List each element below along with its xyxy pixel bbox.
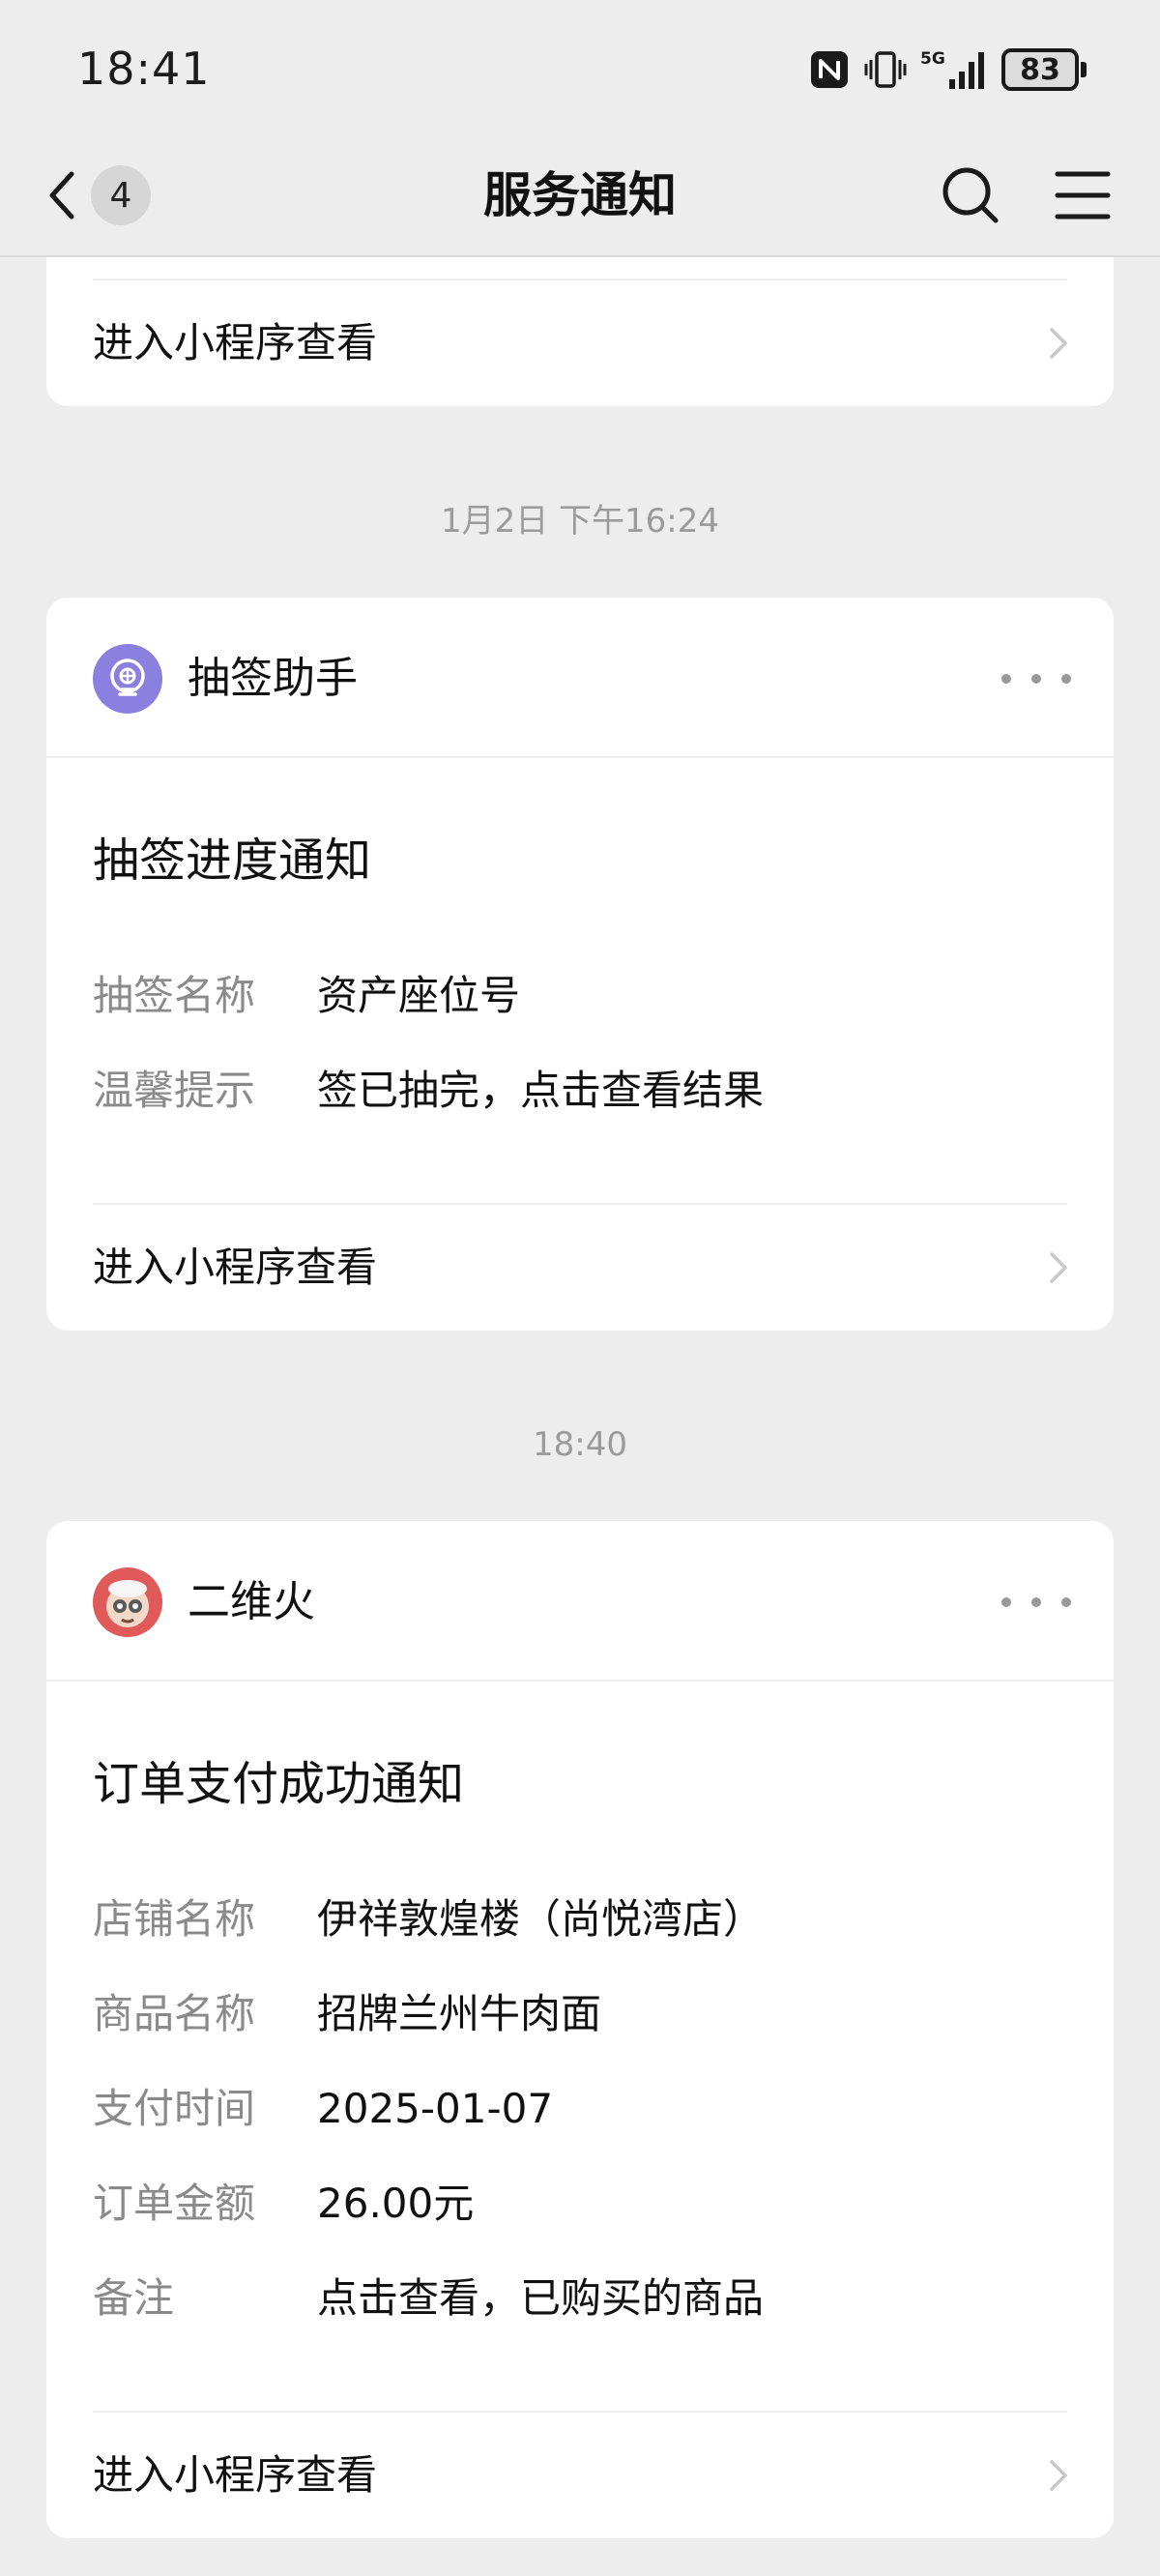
nfc-icon bbox=[811, 51, 848, 88]
menu-icon[interactable] bbox=[1044, 157, 1121, 234]
app-name[interactable]: 二维火 bbox=[188, 1567, 315, 1637]
field-label: 商品名称 bbox=[93, 1990, 256, 2037]
nav-bar: 4 服务通知 bbox=[0, 135, 1160, 257]
message-timestamp: 1月2日 下午16:24 bbox=[440, 502, 720, 541]
field-value: 26.00元 bbox=[317, 2180, 475, 2227]
field-value: 资产座位号 bbox=[317, 972, 521, 1019]
field-row: 抽签名称 资产座位号 bbox=[93, 965, 1067, 1027]
status-bar: 18:41 5G 83 bbox=[0, 0, 1160, 135]
field-label: 备注 bbox=[93, 2274, 175, 2322]
notification-card: 抽签助手 抽签进度通知 抽签名称 资产座位号 温馨提示 签已抽完，点击查看结果 … bbox=[46, 598, 1114, 1331]
chevron-right-icon bbox=[1050, 2460, 1067, 2491]
field-row: 订单金额 26.00元 bbox=[93, 2173, 1067, 2235]
search-icon[interactable] bbox=[932, 157, 1009, 234]
app-name[interactable]: 抽签助手 bbox=[188, 644, 358, 714]
enter-mini-program-label: 进入小程序查看 bbox=[93, 2451, 378, 2499]
card-header: 二维火 bbox=[46, 1521, 1114, 1682]
field-label: 抽签名称 bbox=[93, 972, 256, 1019]
more-dot-icon bbox=[1061, 674, 1071, 684]
field-row: 温馨提示 签已抽完，点击查看结果 bbox=[93, 1060, 1067, 1122]
chevron-right-icon bbox=[1050, 1252, 1067, 1283]
vibrate-icon bbox=[864, 51, 907, 88]
notification-title: 订单支付成功通知 bbox=[93, 1757, 465, 1811]
notification-card: 二维火 订单支付成功通知 店铺名称 伊祥敦煌楼（尚悦湾店） 商品名称 招牌兰州牛… bbox=[46, 1521, 1114, 2538]
unread-count-badge: 4 bbox=[91, 165, 151, 225]
field-row: 店铺名称 伊祥敦煌楼（尚悦湾店） bbox=[93, 1888, 1067, 1950]
status-icons: 5G 83 bbox=[808, 43, 1087, 97]
notification-feed[interactable]: 进入小程序查看 1月2日 下午16:24 抽签助手 抽签进度通知 抽签名称 资产… bbox=[0, 257, 1160, 2576]
more-dot-icon bbox=[1061, 1597, 1071, 1607]
svg-text:5G: 5G bbox=[920, 49, 945, 69]
battery-icon: 83 bbox=[1001, 48, 1087, 91]
enter-mini-program-label: 进入小程序查看 bbox=[93, 319, 378, 366]
field-value: 2025-01-07 bbox=[317, 2085, 554, 2132]
enter-mini-program-link[interactable]: 进入小程序查看 bbox=[46, 2413, 1114, 2538]
field-row: 备注 点击查看，已购买的商品 bbox=[93, 2268, 1067, 2329]
field-label: 订单金额 bbox=[93, 2180, 256, 2227]
field-row: 支付时间 2025-01-07 bbox=[93, 2078, 1067, 2140]
field-value: 招牌兰州牛肉面 bbox=[317, 1990, 602, 2037]
field-value: 点击查看，已购买的商品 bbox=[317, 2274, 765, 2322]
field-label: 店铺名称 bbox=[93, 1895, 256, 1943]
notification-card: 进入小程序查看 bbox=[46, 257, 1114, 406]
more-options-button[interactable] bbox=[1001, 1577, 1071, 1627]
enter-mini-program-link[interactable]: 进入小程序查看 bbox=[46, 1205, 1114, 1331]
erweihuo-app-icon[interactable] bbox=[93, 1567, 162, 1637]
enter-mini-program-link[interactable]: 进入小程序查看 bbox=[46, 280, 1114, 406]
5g-signal-icon: 5G bbox=[920, 49, 984, 89]
more-options-button[interactable] bbox=[1001, 654, 1071, 704]
field-row: 商品名称 招牌兰州牛肉面 bbox=[93, 1983, 1067, 2045]
field-label: 支付时间 bbox=[93, 2085, 256, 2132]
chevron-right-icon bbox=[1050, 328, 1067, 359]
more-dot-icon bbox=[1031, 674, 1041, 684]
more-dot-icon bbox=[1031, 1597, 1041, 1607]
back-button[interactable]: 4 bbox=[39, 159, 164, 232]
field-label: 温馨提示 bbox=[93, 1067, 256, 1114]
field-value: 伊祥敦煌楼（尚悦湾店） bbox=[317, 1895, 765, 1943]
enter-mini-program-label: 进入小程序查看 bbox=[93, 1244, 378, 1291]
card-header: 抽签助手 bbox=[46, 598, 1114, 758]
status-time: 18:41 bbox=[77, 43, 211, 95]
more-dot-icon bbox=[1001, 1597, 1011, 1607]
notification-title: 抽签进度通知 bbox=[93, 834, 372, 888]
battery-level: 83 bbox=[1001, 48, 1079, 91]
field-value: 签已抽完，点击查看结果 bbox=[317, 1067, 765, 1114]
message-timestamp: 18:40 bbox=[533, 1425, 627, 1464]
more-dot-icon bbox=[1001, 674, 1011, 684]
back-icon bbox=[49, 171, 74, 220]
lottery-app-icon[interactable] bbox=[93, 644, 162, 714]
